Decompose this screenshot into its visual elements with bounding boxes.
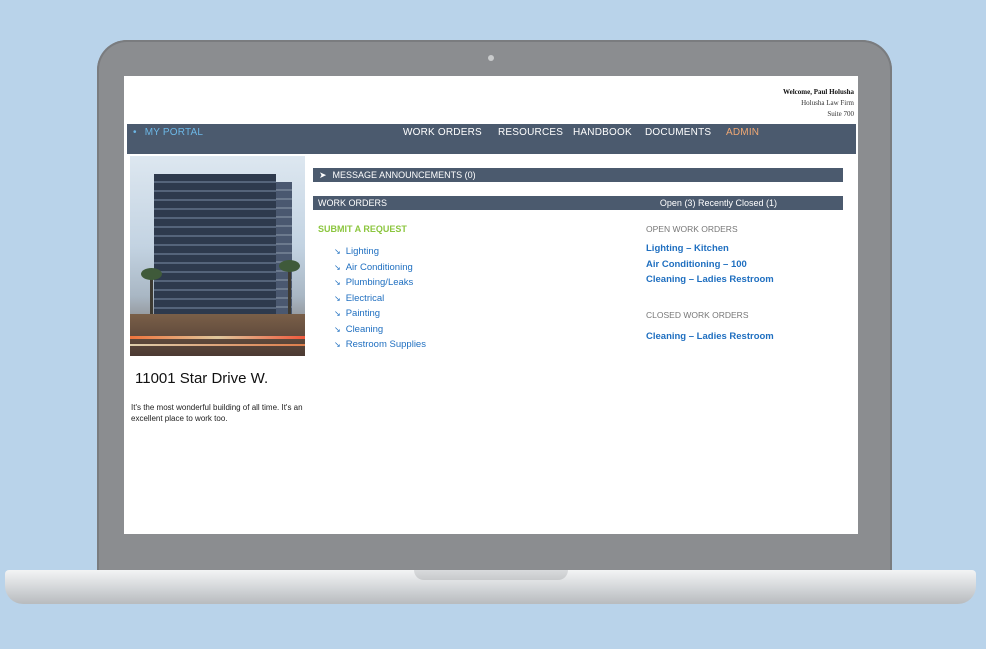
arrow-down-right-icon: ↘ [334, 293, 341, 303]
message-announcements-label: MESSAGE ANNOUNCEMENTS (0) [332, 170, 476, 180]
arrow-down-right-icon: ↘ [334, 278, 341, 287]
chevron-right-icon: ➤ [319, 170, 327, 180]
list-item[interactable]: ↘ Air Conditioning [334, 262, 426, 278]
list-item[interactable]: ↘ Electrical [334, 293, 426, 309]
work-orders-title: WORK ORDERS [318, 198, 388, 208]
nav-handbook[interactable]: HANDBOOK [573, 127, 632, 138]
building-tower [154, 174, 276, 322]
request-type-label: Cleaning [345, 323, 384, 335]
request-type-label: Lighting [345, 246, 379, 257]
submit-request-title: SUBMIT A REQUEST [318, 224, 407, 234]
camera-icon [488, 55, 494, 61]
nav-work-orders[interactable]: WORK ORDERS [403, 127, 482, 138]
palm-tree [279, 260, 300, 318]
nav-my-portal-label: MY PORTAL [144, 127, 204, 138]
list-item[interactable]: ↘ Plumbing/Leaks [334, 277, 426, 293]
open-work-orders-section: OPEN WORK ORDERS Lighting – Kitchen Air … [646, 224, 774, 290]
street [130, 314, 305, 356]
suite-number: Suite 700 [827, 110, 854, 118]
building-description: It's the most wonderful building of all … [131, 403, 303, 423]
bullet-icon: • [133, 127, 137, 138]
building-address: 11001 Star Drive W. [135, 370, 269, 387]
nav-admin[interactable]: ADMIN [726, 127, 759, 138]
request-type-label: Painting [345, 308, 381, 319]
closed-work-orders-section: CLOSED WORK ORDERS Cleaning – Ladies Res… [646, 310, 774, 347]
list-item[interactable]: ↘ Cleaning [334, 324, 426, 340]
building-photo [130, 156, 305, 356]
list-item[interactable]: ↘ Restroom Supplies [334, 339, 426, 355]
open-work-orders-header: OPEN WORK ORDERS [646, 224, 738, 234]
list-item[interactable]: ↘ Lighting [334, 246, 426, 262]
portal-screen: Welcome, Paul Holusha Holusha Law Firm S… [124, 76, 858, 534]
request-type-label: Air Conditioning [345, 261, 413, 273]
user-info: Welcome, Paul Holusha Holusha Law Firm S… [783, 87, 854, 120]
request-type-list: ↘ Lighting ↘ Air Conditioning ↘ Plumbing/Le… [334, 246, 426, 355]
light-streak [130, 344, 305, 346]
list-item[interactable]: ↘ Painting [334, 308, 426, 324]
welcome-text: Welcome, Paul Holusha [783, 88, 854, 96]
arrow-down-right-icon: ↘ [334, 340, 341, 349]
company-name: Holusha Law Firm [801, 99, 854, 107]
nav-my-portal[interactable]: • MY PORTAL [133, 127, 203, 138]
work-orders-bar: WORK ORDERS Open (3) Recently Closed (1) [313, 196, 843, 210]
closed-work-order-link[interactable]: Cleaning – Ladies Restroom [646, 331, 774, 347]
arrow-down-right-icon: ↘ [334, 262, 341, 272]
tab-recently-closed[interactable]: Recently Closed (1) [698, 198, 777, 208]
nav-resources[interactable]: RESOURCES [498, 127, 563, 138]
open-work-order-link[interactable]: Lighting – Kitchen [646, 243, 774, 259]
work-orders-tabs: Open (3) Recently Closed (1) [660, 196, 777, 210]
closed-work-orders-header: CLOSED WORK ORDERS [646, 310, 749, 320]
arrow-down-right-icon: ↘ [334, 309, 341, 318]
arrow-down-right-icon: ↘ [334, 324, 341, 334]
nav-documents[interactable]: DOCUMENTS [645, 127, 711, 138]
message-announcements-bar[interactable]: ➤ MESSAGE ANNOUNCEMENTS (0) [313, 168, 843, 182]
arrow-down-right-icon: ↘ [334, 247, 341, 256]
laptop-notch [414, 570, 568, 580]
open-work-order-link[interactable]: Air Conditioning – 100 [646, 259, 774, 275]
request-type-label: Electrical [345, 292, 385, 304]
light-streak [130, 336, 305, 339]
main-navbar: • MY PORTAL WORK ORDERS RESOURCES HANDBOO… [127, 124, 856, 154]
open-work-order-link[interactable]: Cleaning – Ladies Restroom [646, 274, 774, 290]
tab-open[interactable]: Open (3) [660, 198, 696, 208]
request-type-label: Plumbing/Leaks [345, 277, 414, 288]
request-type-label: Restroom Supplies [345, 339, 426, 350]
